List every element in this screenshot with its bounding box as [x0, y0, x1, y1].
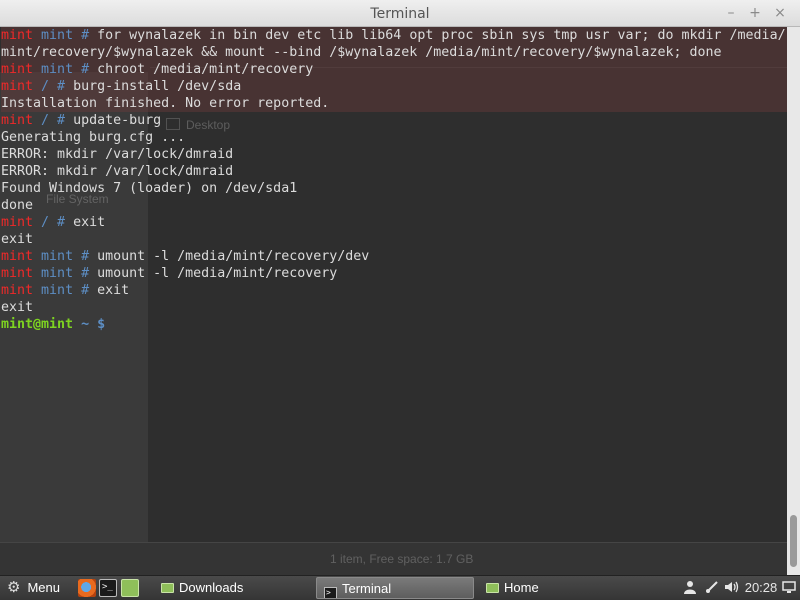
output-text: done	[1, 198, 34, 213]
command-text: burg-install /dev/sda	[73, 79, 242, 94]
command-text: exit	[97, 283, 130, 298]
output-text: mint/recovery/$wynalazek && mount --bind…	[1, 45, 722, 60]
terminal-line: mint mint # exit	[1, 282, 787, 299]
network-icon[interactable]	[703, 576, 721, 600]
terminal-scrollbar[interactable]	[787, 27, 800, 575]
output-text: Generating burg.cfg ...	[1, 130, 186, 145]
terminal-line: mint / # burg-install /dev/sda	[1, 78, 787, 95]
prompt-path: / #	[41, 215, 66, 230]
prompt-path: / #	[41, 113, 66, 128]
output-text: exit	[1, 300, 34, 315]
terminal-line: mint mint # umount -l /media/mint/recove…	[1, 248, 787, 265]
menu-button[interactable]: ⚙ Menu	[3, 577, 64, 599]
prompt-path: / #	[41, 79, 66, 94]
user-icon[interactable]	[682, 576, 698, 600]
prompt-user: mint	[1, 62, 34, 77]
clock[interactable]: 20:28	[744, 576, 778, 600]
terminal-line: mint mint # for wynalazek in bin dev etc…	[1, 27, 787, 44]
task-label: Downloads	[179, 580, 244, 595]
minimize-button[interactable]: –	[722, 4, 740, 22]
output-text: ERROR: mkdir /var/lock/dmraid	[1, 147, 234, 162]
window-title: Terminal	[370, 6, 430, 22]
prompt-path: mint #	[41, 62, 90, 77]
terminal-line: mint mint # umount -l /media/mint/recove…	[1, 265, 787, 282]
prompt-path: mint #	[41, 266, 90, 281]
output-text: Found Windows 7 (loader) on /dev/sda1	[1, 181, 298, 196]
terminal-line: done	[1, 197, 787, 214]
terminal-icon: >	[324, 587, 337, 598]
prompt-user: mint	[1, 215, 34, 230]
scrollbar-thumb[interactable]	[790, 515, 797, 567]
command-text: exit	[73, 215, 106, 230]
folder-icon[interactable]	[121, 579, 139, 597]
prompt-userhost: mint@mint	[1, 317, 74, 332]
terminal-line: mint mint # chroot /media/mint/recovery	[1, 61, 787, 78]
output-text: Installation finished. No error reported…	[1, 96, 330, 111]
menu-label: Menu	[27, 580, 60, 595]
volume-icon[interactable]	[723, 576, 741, 600]
terminal-line: mint / # update-burg	[1, 112, 787, 129]
terminal-line: exit	[1, 231, 787, 248]
task-downloads[interactable]: Downloads	[154, 577, 312, 599]
display-icon[interactable]	[781, 576, 797, 600]
folder-icon	[161, 583, 174, 593]
prompt-user: mint	[1, 283, 34, 298]
task-label: Terminal	[342, 581, 392, 596]
gear-icon: ⚙	[7, 579, 21, 596]
task-home[interactable]: Home	[479, 577, 637, 599]
prompt-user: mint	[1, 249, 34, 264]
prompt-path: ~ $	[81, 317, 106, 332]
close-button[interactable]: ×	[771, 4, 789, 22]
terminal-line: ERROR: mkdir /var/lock/dmraid	[1, 146, 787, 163]
firefox-icon[interactable]	[78, 579, 96, 597]
command-text: for wynalazek in bin dev etc lib lib64 o…	[97, 28, 786, 43]
terminal-line: Found Windows 7 (loader) on /dev/sda1	[1, 180, 787, 197]
command-text: chroot /media/mint/recovery	[97, 62, 314, 77]
terminal-line: Installation finished. No error reported…	[1, 95, 787, 112]
command-text: update-burg	[73, 113, 162, 128]
output-text: exit	[1, 232, 34, 247]
background-status-text: 1 item, Free space: 1.7 GB	[330, 552, 474, 566]
background-statusbar-ghost: 1 item, Free space: 1.7 GB	[0, 542, 787, 575]
task-terminal[interactable]: > Terminal	[316, 577, 474, 599]
terminal-line: exit	[1, 299, 787, 316]
prompt-path: mint #	[41, 249, 90, 264]
taskbar: ⚙ Menu >_ Downloads > Terminal Home 20:28	[0, 575, 800, 600]
task-label: Home	[504, 580, 539, 595]
terminal-cursor	[113, 316, 121, 331]
prompt-user: mint	[1, 113, 34, 128]
command-text: umount -l /media/mint/recovery	[97, 266, 338, 281]
terminal-line: Generating burg.cfg ...	[1, 129, 787, 146]
output-text: ERROR: mkdir /var/lock/dmraid	[1, 164, 234, 179]
terminal-output: mint mint # for wynalazek in bin dev etc…	[1, 27, 787, 333]
terminal-line: mint@mint ~ $	[1, 316, 787, 333]
maximize-button[interactable]: +	[746, 4, 764, 22]
terminal-window: Terminal – + × Desktop File System 1 ite…	[0, 0, 800, 575]
prompt-path: mint #	[41, 283, 90, 298]
prompt-path: mint #	[41, 28, 90, 43]
prompt-user: mint	[1, 266, 34, 281]
prompt-user: mint	[1, 79, 34, 94]
terminal-line: mint / # exit	[1, 214, 787, 231]
terminal-area[interactable]: Desktop File System 1 item, Free space: …	[0, 27, 787, 575]
terminal-icon[interactable]: >_	[99, 579, 117, 597]
prompt-user: mint	[1, 28, 34, 43]
terminal-line: ERROR: mkdir /var/lock/dmraid	[1, 163, 787, 180]
folder-icon	[486, 583, 499, 593]
command-text: umount -l /media/mint/recovery/dev	[97, 249, 370, 264]
terminal-line: mint/recovery/$wynalazek && mount --bind…	[1, 44, 787, 61]
window-titlebar[interactable]: Terminal – + ×	[0, 0, 800, 27]
